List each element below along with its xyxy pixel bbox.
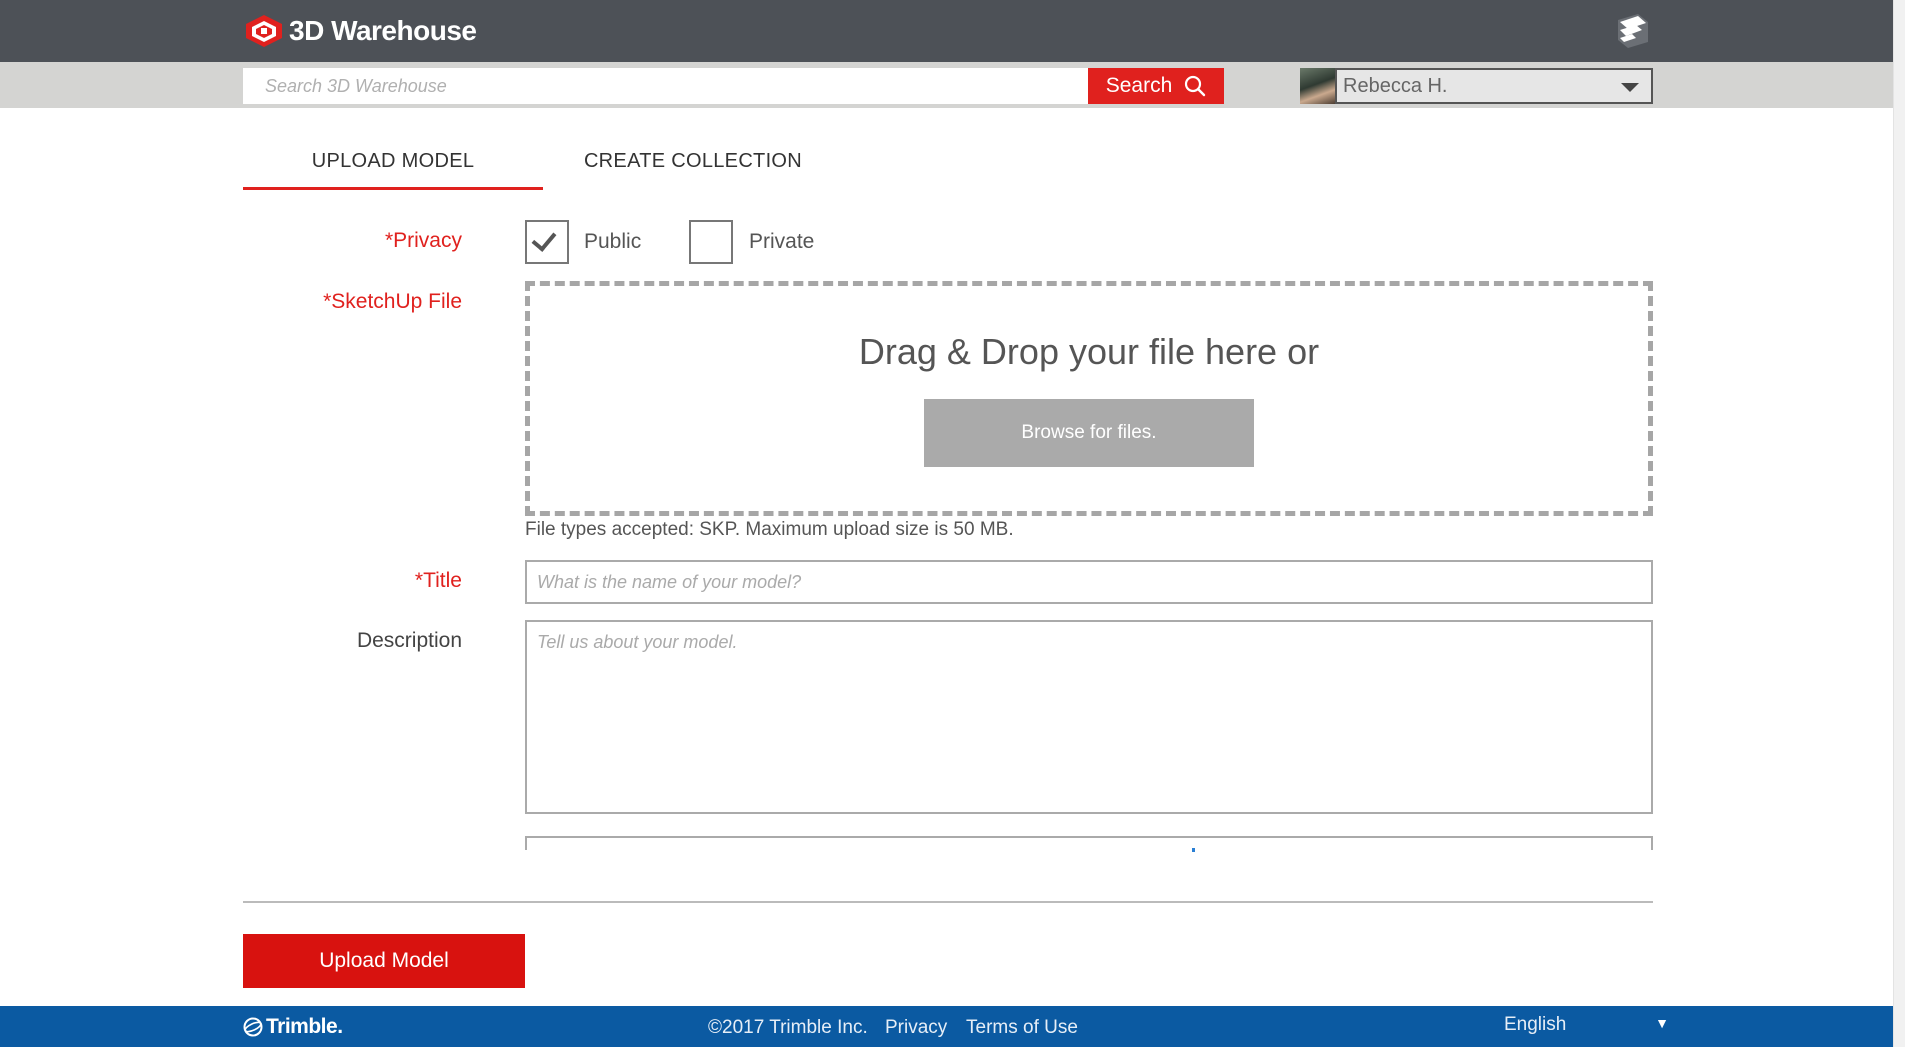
- footer-terms-link[interactable]: Terms of Use: [966, 1017, 1078, 1039]
- tab-upload-model[interactable]: UPLOAD MODEL: [243, 130, 543, 190]
- file-drop-zone[interactable]: Drag & Drop your file here or Browse for…: [525, 281, 1653, 516]
- description-label: Description: [356, 629, 462, 652]
- public-checkbox[interactable]: [525, 220, 569, 264]
- trimble-brand-text: Trimble.: [266, 1015, 343, 1038]
- user-name: Rebecca H.: [1343, 74, 1448, 97]
- description-textarea[interactable]: [525, 620, 1653, 814]
- public-label[interactable]: Public: [584, 230, 641, 254]
- user-menu-dropdown[interactable]: Rebecca H.: [1335, 68, 1653, 104]
- browse-files-button[interactable]: Browse for files.: [924, 399, 1254, 467]
- loading-indicator-icon: [1192, 848, 1195, 852]
- caret-down-icon: ▼: [1655, 1015, 1669, 1031]
- trimble-logo[interactable]: Trimble.: [243, 1015, 343, 1039]
- logo-text: 3D Warehouse: [289, 15, 477, 46]
- search-icon: [1185, 75, 1206, 97]
- language-select[interactable]: English ▼: [1504, 1014, 1669, 1040]
- form-divider: [243, 901, 1653, 903]
- title-input[interactable]: [525, 560, 1653, 604]
- drop-zone-text: Drag & Drop your file here or: [858, 331, 1320, 372]
- search-input[interactable]: [243, 68, 1088, 104]
- sketchup-file-label: *SketchUp File: [323, 290, 462, 313]
- copyright-text: ©2017 Trimble Inc.: [708, 1017, 868, 1038]
- user-avatar[interactable]: [1300, 68, 1336, 104]
- top-bar: 3D Warehouse: [0, 0, 1893, 62]
- tab-create-collection[interactable]: CREATE COLLECTION: [543, 130, 843, 190]
- partial-field: [525, 836, 1653, 852]
- title-label: *Title: [414, 569, 462, 592]
- privacy-label: *Privacy: [384, 229, 462, 252]
- search-bar-row: Search Rebecca H.: [0, 62, 1893, 108]
- search-button[interactable]: Search: [1088, 68, 1224, 104]
- trimble-globe-icon: [243, 1017, 263, 1037]
- checkmark-icon: [531, 226, 557, 252]
- private-checkbox[interactable]: [689, 220, 733, 264]
- page-scrollbar[interactable]: [1893, 0, 1905, 1047]
- app-switcher-icon[interactable]: [1612, 12, 1652, 50]
- footer-privacy-link[interactable]: Privacy: [885, 1017, 947, 1039]
- search-button-label: Search: [1105, 74, 1173, 97]
- language-value: English: [1504, 1014, 1567, 1035]
- site-logo[interactable]: 3D Warehouse: [245, 12, 477, 50]
- footer: Trimble. ©2017 Trimble Inc. Privacy Term…: [0, 1006, 1893, 1047]
- upload-model-button[interactable]: Upload Model: [243, 934, 525, 988]
- chevron-down-icon: [1621, 83, 1639, 92]
- private-label[interactable]: Private: [749, 230, 814, 254]
- file-types-note: File types accepted: SKP. Maximum upload…: [525, 519, 1014, 540]
- warehouse-logo-icon: [245, 14, 283, 48]
